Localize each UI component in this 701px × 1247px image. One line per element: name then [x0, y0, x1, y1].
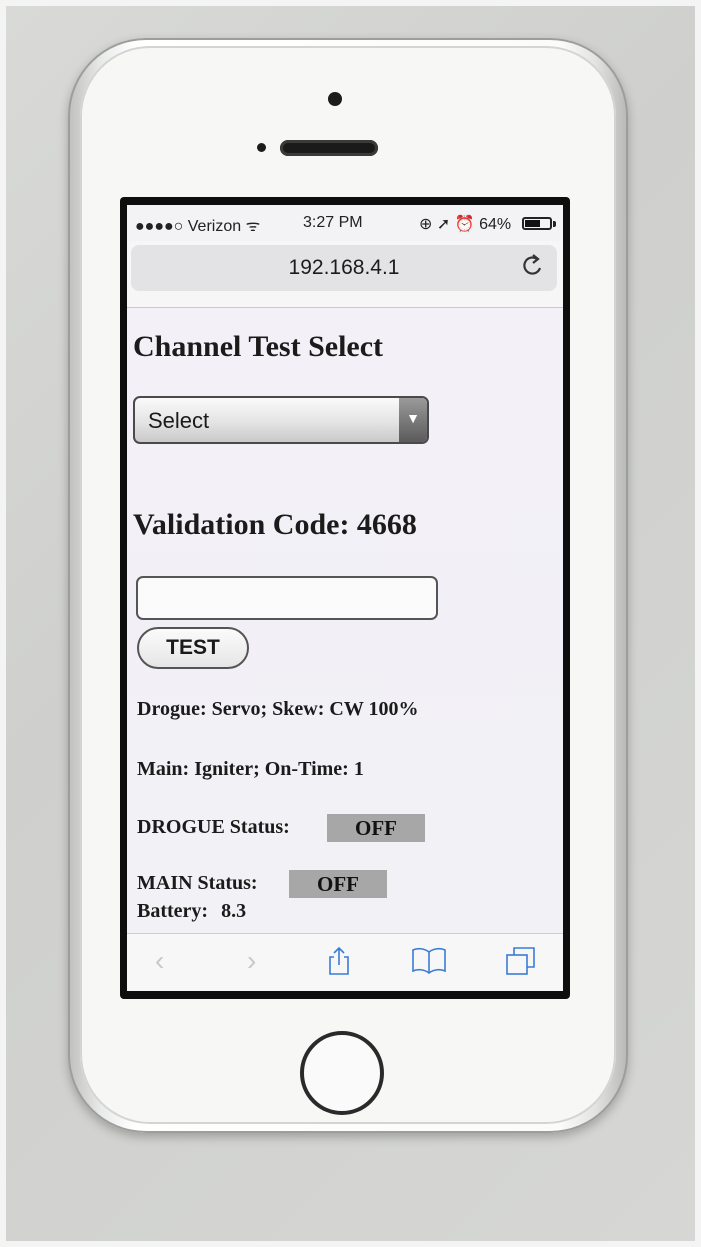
drogue-status-badge: OFF	[327, 814, 425, 842]
tabs-icon[interactable]	[505, 946, 537, 982]
channel-select-value: Select	[148, 408, 210, 433]
earpiece-speaker	[280, 140, 378, 156]
battery-label: Battery:	[137, 900, 209, 922]
web-page: Channel Test Select Select ▼ Validation …	[127, 308, 563, 933]
main-status-badge: OFF	[289, 870, 387, 898]
validation-code-heading: Validation Code: 4668	[133, 508, 417, 541]
url-field[interactable]: 192.168.4.1	[131, 245, 557, 291]
bookmarks-icon[interactable]	[411, 946, 447, 980]
test-button[interactable]: TEST	[137, 627, 249, 669]
channel-test-heading: Channel Test Select	[133, 330, 384, 363]
home-button[interactable]	[300, 1031, 384, 1115]
reload-icon[interactable]	[521, 253, 543, 286]
battery-cap-icon	[553, 221, 556, 227]
channel-select[interactable]: Select ▼	[133, 396, 429, 444]
reload-icon-glyph	[523, 254, 542, 275]
battery-icon	[522, 217, 552, 230]
url-text: 192.168.4.1	[288, 256, 400, 279]
forward-button[interactable]: ›	[247, 946, 256, 976]
status-time: 3:27 PM	[303, 214, 363, 231]
tabs-icon-glyph	[506, 947, 535, 975]
browser-toolbar: ‹ ›	[127, 933, 563, 991]
book-icon-glyph	[412, 947, 446, 975]
front-camera	[328, 92, 342, 106]
battery-value: 8.3	[221, 900, 247, 922]
battery-fill	[525, 220, 540, 227]
share-icon[interactable]	[327, 946, 351, 982]
main-status-label: MAIN Status:	[137, 872, 258, 894]
drogue-status-label: DROGUE Status:	[137, 816, 290, 838]
carrier-label: ●●●●○ Verizon ᯤ	[135, 218, 261, 235]
battery-readout-label: Battery: 8.3	[137, 900, 246, 923]
proximity-sensor	[257, 143, 266, 152]
status-indicators: ⊕ ➚ ⏰ 64%	[419, 216, 512, 233]
address-bar: 192.168.4.1	[127, 241, 563, 308]
validation-code-input[interactable]	[136, 576, 438, 620]
screen: ●●●●○ Verizon ᯤ 3:27 PM ⊕ ➚ ⏰ 64% 192.16…	[127, 205, 563, 991]
drogue-config-text: Drogue: Servo; Skew: CW 100%	[137, 698, 419, 720]
share-icon-glyph	[329, 946, 349, 975]
chevron-down-icon: ▼	[399, 398, 427, 442]
back-button[interactable]: ‹	[155, 946, 164, 976]
main-config-text: Main: Igniter; On-Time: 1	[137, 758, 364, 780]
status-bar: ●●●●○ Verizon ᯤ 3:27 PM ⊕ ➚ ⏰ 64%	[127, 205, 563, 241]
